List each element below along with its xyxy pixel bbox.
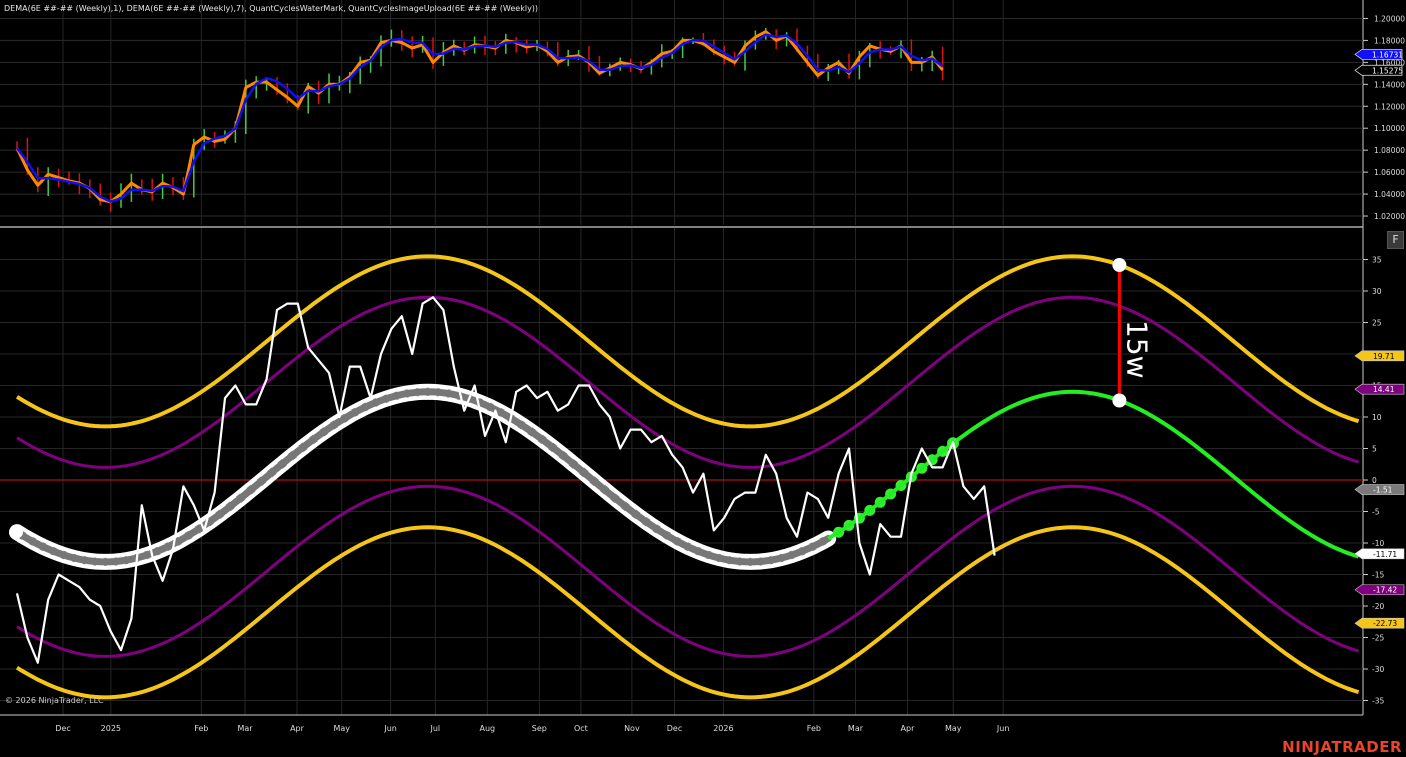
value-label: -1.51: [1354, 484, 1405, 495]
price-label-text: 1.15275: [1372, 66, 1403, 75]
value-label-text: -17.42: [1373, 586, 1397, 595]
value-label-text: 14.41: [1373, 385, 1395, 394]
time-axis-label: Apr: [290, 724, 305, 733]
indicator-legend: DEMA(6E ##-## (Weekly),1), DEMA(6E ##-##…: [4, 4, 539, 13]
value-label-text: -11.71: [1373, 550, 1397, 559]
time-axis-label: Dec: [667, 724, 682, 733]
price-label: 1.15275: [1354, 64, 1403, 76]
price-tick-label: 1.08000: [1374, 146, 1405, 155]
price-tick-label: 1.02000: [1374, 212, 1405, 221]
price-tick-label: 1.14000: [1374, 80, 1405, 89]
time-axis-label: Feb: [194, 724, 208, 733]
cycle-tick-label: 30: [1372, 287, 1382, 296]
cycle-length-label: 15w: [1120, 320, 1153, 379]
cycle-tick-label: 25: [1372, 319, 1382, 328]
time-axis: Dec 2025 Feb Mar Apr May Jun Jul Aug Sep Oct Nov Dec…: [0, 714, 1363, 733]
time-axis-label: Apr: [901, 724, 916, 733]
time-axis-label: May: [945, 724, 962, 733]
price-tick-label: 1.12000: [1374, 102, 1405, 111]
value-label-text: -22.73: [1373, 619, 1397, 628]
price-tick-label: 1.06000: [1374, 168, 1405, 177]
chart-canvas: 1.02000 1.04000 1.06000 1.08000 1.10000 1.120…: [0, 0, 1405, 733]
price-tick-label: 1.18000: [1374, 36, 1405, 45]
cycle-panel: -35-30-25-20-15-10-50510152025303515w19.…: [0, 228, 1405, 715]
price-panel: 1.02000 1.04000 1.06000 1.08000 1.10000 1.120…: [0, 0, 1405, 715]
price-label-text: 1.16731: [1372, 50, 1403, 59]
value-label: -17.42: [1354, 584, 1405, 596]
time-axis-label: Mar: [237, 724, 253, 733]
f-button[interactable]: F: [1387, 231, 1404, 249]
cycle-tick-label: -35: [1372, 697, 1384, 706]
time-axis-label: Nov: [624, 724, 640, 733]
time-axis-label: Jun: [383, 724, 397, 733]
price-tick-label: 1.20000: [1374, 14, 1405, 23]
cycle-tick-label: -30: [1372, 665, 1384, 674]
time-axis-label: 2026: [713, 724, 733, 733]
value-label-text: 19.71: [1373, 352, 1395, 361]
cycle-tick-label: -15: [1372, 571, 1384, 580]
time-axis-label: Aug: [480, 724, 496, 733]
value-label: -11.71: [1354, 548, 1405, 560]
copyright-text: © 2026 NinjaTrader, LLC: [5, 696, 104, 705]
value-label-text: -1.51: [1373, 486, 1393, 495]
time-axis-label: Sep: [532, 724, 547, 733]
marker-bottom-dot: [1112, 393, 1127, 408]
upper-outer-band: [15, 254, 1360, 429]
marker-top-dot: [1112, 258, 1127, 273]
cycle-tick-label: 5: [1372, 445, 1377, 454]
cycle-tick-label: 35: [1372, 256, 1382, 265]
value-label: -22.73: [1354, 617, 1405, 629]
price-tick-label: 1.04000: [1374, 190, 1405, 199]
time-axis-label: Jun: [996, 724, 1010, 733]
cycle-tick-label: 0: [1372, 476, 1377, 485]
time-axis-label: Feb: [807, 724, 821, 733]
time-axis-label: 2025: [101, 724, 121, 733]
time-axis-label: Mar: [848, 724, 864, 733]
cycle-start-dot: [11, 526, 23, 539]
cycle-tick-label: 10: [1372, 413, 1382, 422]
cycle-tick-label: -25: [1372, 634, 1384, 643]
dema-fast-line: [15, 30, 944, 204]
time-axis-label: Oct: [574, 724, 588, 733]
time-axis-label: May: [333, 724, 350, 733]
price-tick-label: 1.10000: [1374, 124, 1405, 133]
time-axis-label: Jul: [429, 724, 440, 733]
cycle-tick-label: -5: [1372, 508, 1380, 517]
brand-logo: NINJATRADER: [1282, 738, 1402, 756]
price-label: 1.16731: [1354, 48, 1403, 60]
value-label: 14.41: [1354, 383, 1405, 395]
time-axis-label: Dec: [55, 724, 70, 733]
cycle-tick-label: -10: [1372, 539, 1384, 548]
cycle-tick-label: -20: [1372, 602, 1384, 611]
value-label: 19.71: [1354, 350, 1405, 362]
